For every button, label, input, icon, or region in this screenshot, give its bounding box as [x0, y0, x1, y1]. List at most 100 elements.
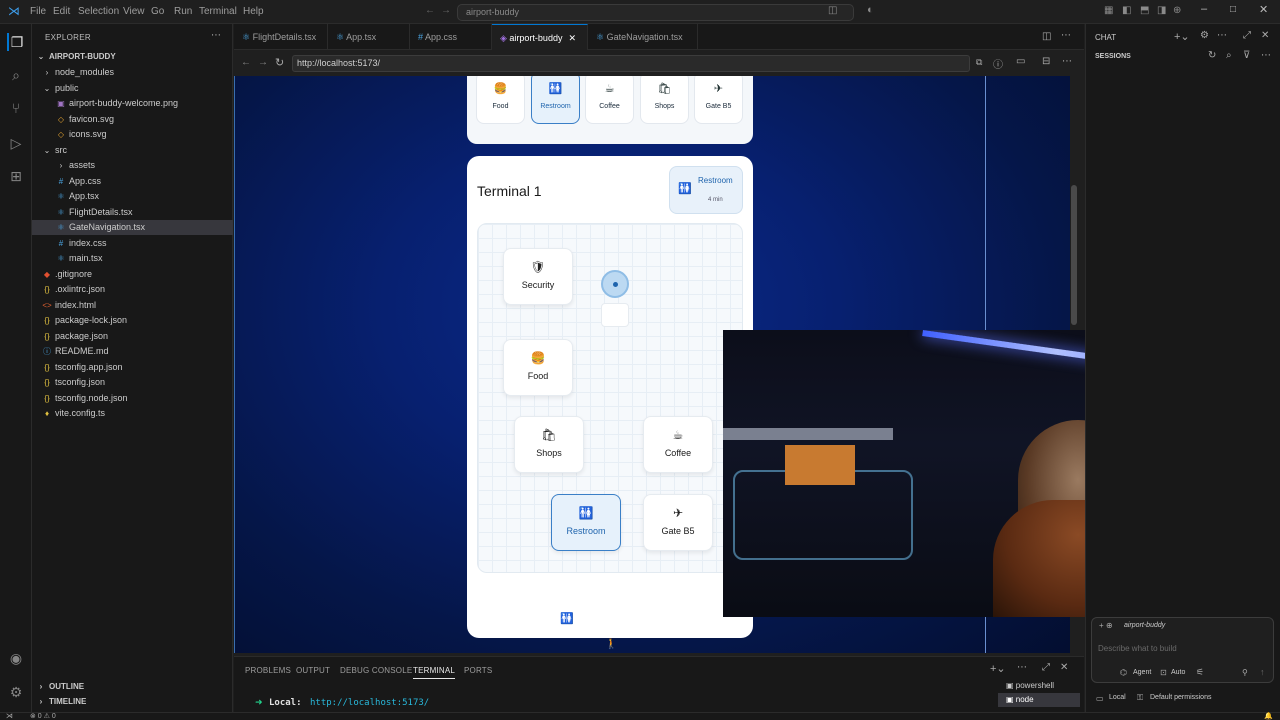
- menu-go[interactable]: Go: [151, 6, 164, 17]
- sessions-search-icon[interactable]: ⌕: [1226, 50, 1232, 61]
- panel-tab-ports[interactable]: PORTS: [464, 666, 492, 675]
- destination-pill[interactable]: 🚻 Restroom 4 min: [669, 166, 743, 214]
- screenshot-icon[interactable]: ⧉: [976, 57, 982, 68]
- devtools-icon[interactable]: ▭: [1016, 56, 1025, 67]
- chip-restroom[interactable]: 🚻 Restroom: [531, 76, 580, 124]
- poi-gate[interactable]: ✈ Gate B5: [643, 494, 713, 551]
- tab-app-tsx[interactable]: ⚛ App.tsx: [328, 24, 410, 50]
- menu-file[interactable]: File: [30, 6, 46, 17]
- refresh-icon[interactable]: ↻: [1208, 50, 1216, 61]
- preview-scrollbar-thumb[interactable]: [1071, 185, 1077, 325]
- explorer-icon[interactable]: ❐: [7, 33, 25, 51]
- tree-item[interactable]: {} tsconfig.node.json: [32, 391, 233, 406]
- panel-tab-debug-console[interactable]: DEBUG CONSOLE: [340, 666, 412, 675]
- info-icon[interactable]: ⓘ: [993, 56, 1003, 71]
- maximize-panel-icon[interactable]: ⤢: [1042, 662, 1050, 673]
- tree-item[interactable]: ◇ favicon.svg: [32, 112, 233, 127]
- problems-count[interactable]: ⊗ 0 ⚠ 0: [30, 712, 56, 720]
- menu-view[interactable]: View: [123, 6, 145, 17]
- browser-more-icon[interactable]: ⋯: [1062, 56, 1072, 67]
- tree-item[interactable]: {} tsconfig.json: [32, 375, 233, 390]
- tree-item[interactable]: ◆ .gitignore: [32, 267, 233, 282]
- tab-app-css[interactable]: # App.css: [410, 24, 492, 50]
- terminal-local-url[interactable]: http://localhost:5173/: [310, 698, 429, 708]
- tree-item[interactable]: {} package-lock.json: [32, 313, 233, 328]
- secondary-sidebar-toggle-icon[interactable]: ◨: [1157, 5, 1166, 16]
- search-icon[interactable]: ⌕: [7, 66, 25, 84]
- browser-forward-icon[interactable]: →: [258, 57, 268, 68]
- sessions-more-icon[interactable]: ⋯: [1261, 50, 1271, 61]
- tree-item[interactable]: ⚛ App.tsx: [32, 189, 233, 204]
- reload-icon[interactable]: ↻: [275, 56, 284, 69]
- chat-settings-icon[interactable]: ⚙: [1200, 30, 1209, 41]
- panel-more-icon[interactable]: ⋯: [1017, 662, 1027, 673]
- tab-airport-buddy[interactable]: ◈ airport-buddy ✕: [492, 24, 588, 50]
- panel-toggle-icon[interactable]: ⬒: [1140, 5, 1149, 16]
- extensions-icon[interactable]: ⊞: [7, 167, 25, 185]
- terminal-map[interactable]: 🛡 Security 🍔 Food 🛍 Shops ☕ Coffee 🚻 Restroom…: [477, 223, 743, 573]
- sidebar-toggle-icon[interactable]: ◧: [1122, 5, 1131, 16]
- remote-icon[interactable]: ⋊: [6, 712, 13, 720]
- chip-food[interactable]: 🍔 Food: [476, 76, 525, 124]
- tree-item[interactable]: ⌄ public: [32, 81, 233, 96]
- chip-gate[interactable]: ✈ Gate B5: [694, 76, 743, 124]
- tree-item[interactable]: ♦ vite.config.ts: [32, 406, 233, 421]
- notifications-icon[interactable]: 🔔: [1264, 712, 1273, 720]
- globe-icon[interactable]: ⊕: [1173, 5, 1181, 16]
- menu-edit[interactable]: Edit: [53, 6, 70, 17]
- poi-coffee[interactable]: ☕ Coffee: [643, 416, 713, 473]
- poi-food[interactable]: 🍔 Food: [503, 339, 573, 396]
- poi-restroom[interactable]: 🚻 Restroom: [551, 494, 621, 551]
- tree-item[interactable]: › node_modules: [32, 65, 233, 80]
- layout-toggle-icon[interactable]: ▦: [1104, 5, 1113, 16]
- minimize-icon[interactable]: –: [1201, 3, 1207, 15]
- tree-item[interactable]: ⚛ GateNavigation.tsx: [32, 220, 233, 235]
- new-chat-icon[interactable]: +⌄: [1174, 30, 1190, 43]
- auto-mode-label[interactable]: Auto: [1171, 669, 1185, 676]
- poi-security[interactable]: 🛡 Security: [503, 248, 573, 305]
- timeline-section[interactable]: › TIMELINE: [32, 694, 233, 709]
- panel-tab-terminal[interactable]: TERMINAL: [413, 666, 456, 679]
- agent-mode-label[interactable]: Agent: [1133, 669, 1151, 676]
- account-icon[interactable]: ◐: [867, 4, 874, 16]
- local-label[interactable]: Local: [1109, 694, 1126, 701]
- url-input[interactable]: http://localhost:5173/: [292, 55, 970, 72]
- tab-gatenavigation[interactable]: ⚛ GateNavigation.tsx: [588, 24, 698, 50]
- chat-input-box[interactable]: + ⊕ airport-buddy Describe what to build…: [1091, 617, 1274, 683]
- add-context-icon[interactable]: + ⊕: [1099, 621, 1113, 630]
- chat-maximize-icon[interactable]: ⤢: [1243, 30, 1251, 41]
- chat-more-icon[interactable]: ⋯: [1217, 30, 1227, 41]
- panel-tab-problems[interactable]: PROBLEMS: [245, 666, 291, 675]
- back-arrow-icon[interactable]: ←: [425, 5, 435, 16]
- tree-item[interactable]: ⌄ src: [32, 143, 233, 158]
- menu-terminal[interactable]: Terminal: [199, 6, 237, 17]
- outline-section[interactable]: › OUTLINE: [32, 679, 233, 694]
- split-editor-icon[interactable]: ◫: [1042, 31, 1051, 42]
- terminal-item-powershell[interactable]: ▣ powershell: [998, 679, 1080, 693]
- tree-item[interactable]: {} package.json: [32, 329, 233, 344]
- menu-help[interactable]: Help: [243, 6, 264, 17]
- tree-item[interactable]: ⚛ main.tsx: [32, 251, 233, 266]
- chip-shops[interactable]: 🛍 Shops: [640, 76, 689, 124]
- tree-item[interactable]: ▣ airport-buddy-welcome.png: [32, 96, 233, 111]
- tree-item[interactable]: › assets: [32, 158, 233, 173]
- context-chip[interactable]: airport-buddy: [1124, 622, 1165, 629]
- source-control-icon[interactable]: ⑂: [7, 99, 25, 117]
- tree-item[interactable]: # App.css: [32, 174, 233, 189]
- send-icon[interactable]: ↑: [1260, 667, 1265, 677]
- tree-item[interactable]: # index.css: [32, 236, 233, 251]
- forward-arrow-icon[interactable]: →: [441, 5, 451, 16]
- editor-more-icon[interactable]: ⋯: [1061, 30, 1071, 41]
- new-terminal-icon[interactable]: +⌄: [990, 662, 1006, 675]
- browser-back-icon[interactable]: ←: [241, 57, 251, 68]
- explorer-root[interactable]: ⌄ AIRPORT-BUDDY: [32, 49, 233, 64]
- panel-tab-output[interactable]: OUTPUT: [296, 666, 330, 675]
- toggle-inspect-icon[interactable]: ⊟: [1042, 56, 1050, 67]
- manage-gear-icon[interactable]: ⚙: [7, 683, 25, 701]
- menu-selection[interactable]: Selection: [78, 6, 119, 17]
- command-center-search[interactable]: airport-buddy: [457, 4, 854, 21]
- close-tab-icon[interactable]: ✕: [568, 33, 576, 43]
- tab-flightdetails[interactable]: ⚛ FlightDetails.tsx: [234, 24, 328, 50]
- close-window-icon[interactable]: ✕: [1259, 3, 1268, 16]
- tree-item[interactable]: {} tsconfig.app.json: [32, 360, 233, 375]
